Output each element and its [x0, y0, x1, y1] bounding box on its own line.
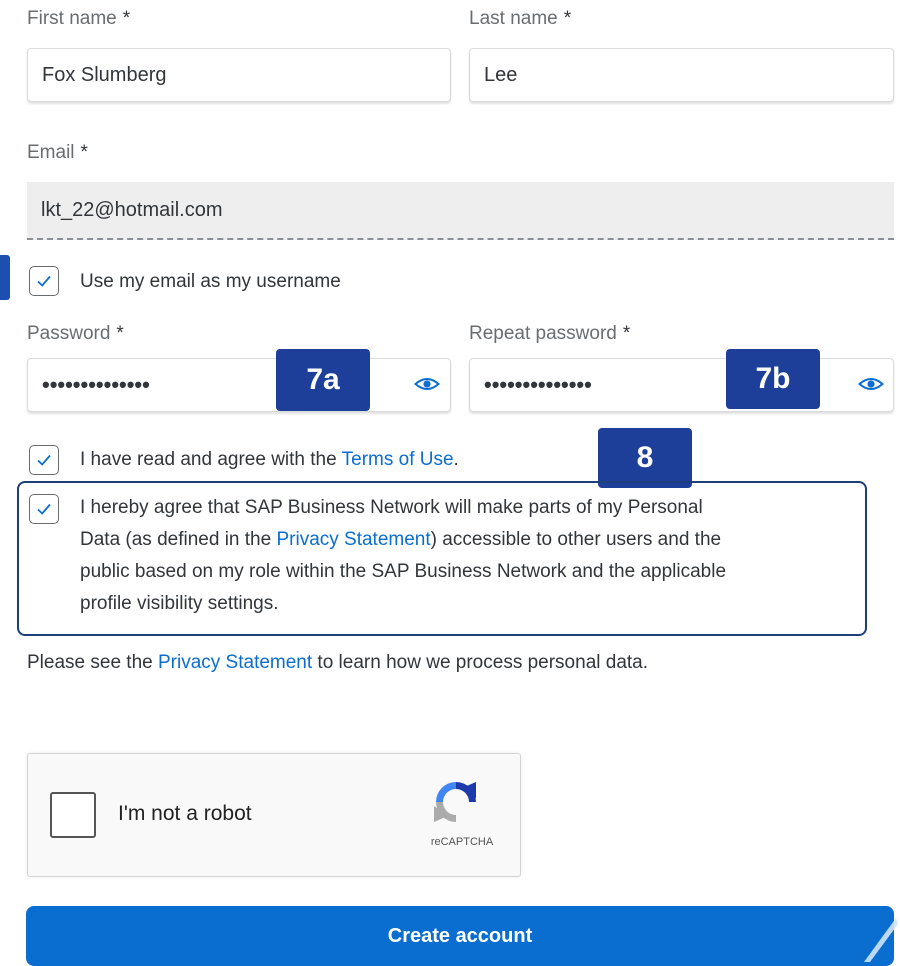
email-field: lkt_22@hotmail.com [27, 182, 894, 240]
consent-line: Data (as defined in the Privacy Statemen… [80, 524, 870, 556]
personal-data-checkbox[interactable] [29, 494, 59, 524]
required-marker: * [122, 8, 131, 29]
checkmark-icon [37, 454, 51, 466]
privacy-statement-link[interactable]: Privacy Statement [276, 529, 430, 550]
password-input[interactable]: •••••••••••••• [27, 358, 451, 412]
last-name-label: Last name * [469, 8, 571, 30]
required-marker: * [563, 8, 572, 29]
required-marker: * [80, 142, 88, 163]
corner-decoration [864, 918, 898, 962]
email-label-text: Email [27, 142, 75, 163]
email-value: lkt_22@hotmail.com [41, 198, 223, 221]
consent-line: public based on my role within the SAP B… [80, 561, 727, 582]
repeat-password-value: •••••••••••••• [484, 372, 592, 397]
use-email-username-label: Use my email as my username [80, 271, 341, 292]
last-name-label-text: Last name [469, 8, 558, 29]
password-label-text: Password [27, 323, 111, 344]
privacy-statement-link[interactable]: Privacy Statement [158, 652, 312, 673]
eye-icon[interactable] [414, 375, 440, 393]
privacy-note-prefix: Please see the [27, 652, 158, 673]
required-marker: * [116, 323, 124, 344]
terms-suffix: . [453, 449, 459, 470]
recaptcha-logo [434, 782, 476, 822]
eye-icon[interactable] [858, 375, 884, 393]
consent-text: Data (as defined in the [80, 529, 277, 550]
first-name-input[interactable]: Fox Slumberg [27, 48, 451, 102]
create-account-button[interactable]: Create account [26, 906, 894, 966]
checkmark-icon [37, 275, 51, 287]
consent-line: I hereby agree that SAP Business Network… [80, 497, 703, 518]
privacy-note: Please see the Privacy Statement to lear… [27, 647, 648, 679]
first-name-value: Fox Slumberg [42, 63, 167, 86]
consent-text: ) accessible to other users and the [430, 529, 722, 550]
repeat-password-label-text: Repeat password [469, 323, 617, 344]
terms-checkbox[interactable] [29, 445, 59, 475]
side-marker [0, 255, 10, 300]
recaptcha-brand: reCAPTCHA [430, 836, 494, 848]
recaptcha-checkbox[interactable] [50, 792, 96, 838]
terms-label: I have read and agree with the Terms of … [80, 444, 459, 476]
recaptcha-widget: I'm not a robot reCAPTCHA [27, 753, 521, 877]
personal-data-consent-text: I hereby agree that SAP Business Network… [80, 492, 870, 620]
email-label: Email * [27, 142, 88, 164]
checkmark-icon [37, 503, 51, 515]
annotation-badge-7a: 7a [276, 349, 370, 411]
first-name-label-text: First name [27, 8, 117, 29]
use-email-username-checkbox[interactable] [29, 266, 59, 296]
annotation-badge-8: 8 [598, 428, 692, 488]
required-marker: * [622, 323, 631, 344]
terms-of-use-link[interactable]: Terms of Use [342, 449, 454, 470]
consent-line: profile visibility settings. [80, 593, 279, 614]
password-value: •••••••••••••• [42, 372, 150, 397]
repeat-password-label: Repeat password * [469, 323, 630, 345]
repeat-password-input[interactable]: •••••••••••••• [469, 358, 894, 412]
recaptcha-label: I'm not a robot [118, 802, 252, 825]
terms-prefix: I have read and agree with the [80, 449, 342, 470]
last-name-value: Lee [484, 63, 518, 86]
password-label: Password * [27, 323, 124, 345]
first-name-label: First name * [27, 8, 130, 30]
last-name-input[interactable]: Lee [469, 48, 894, 102]
annotation-badge-7b: 7b [726, 349, 820, 409]
privacy-note-suffix: to learn how we process personal data. [312, 652, 649, 673]
